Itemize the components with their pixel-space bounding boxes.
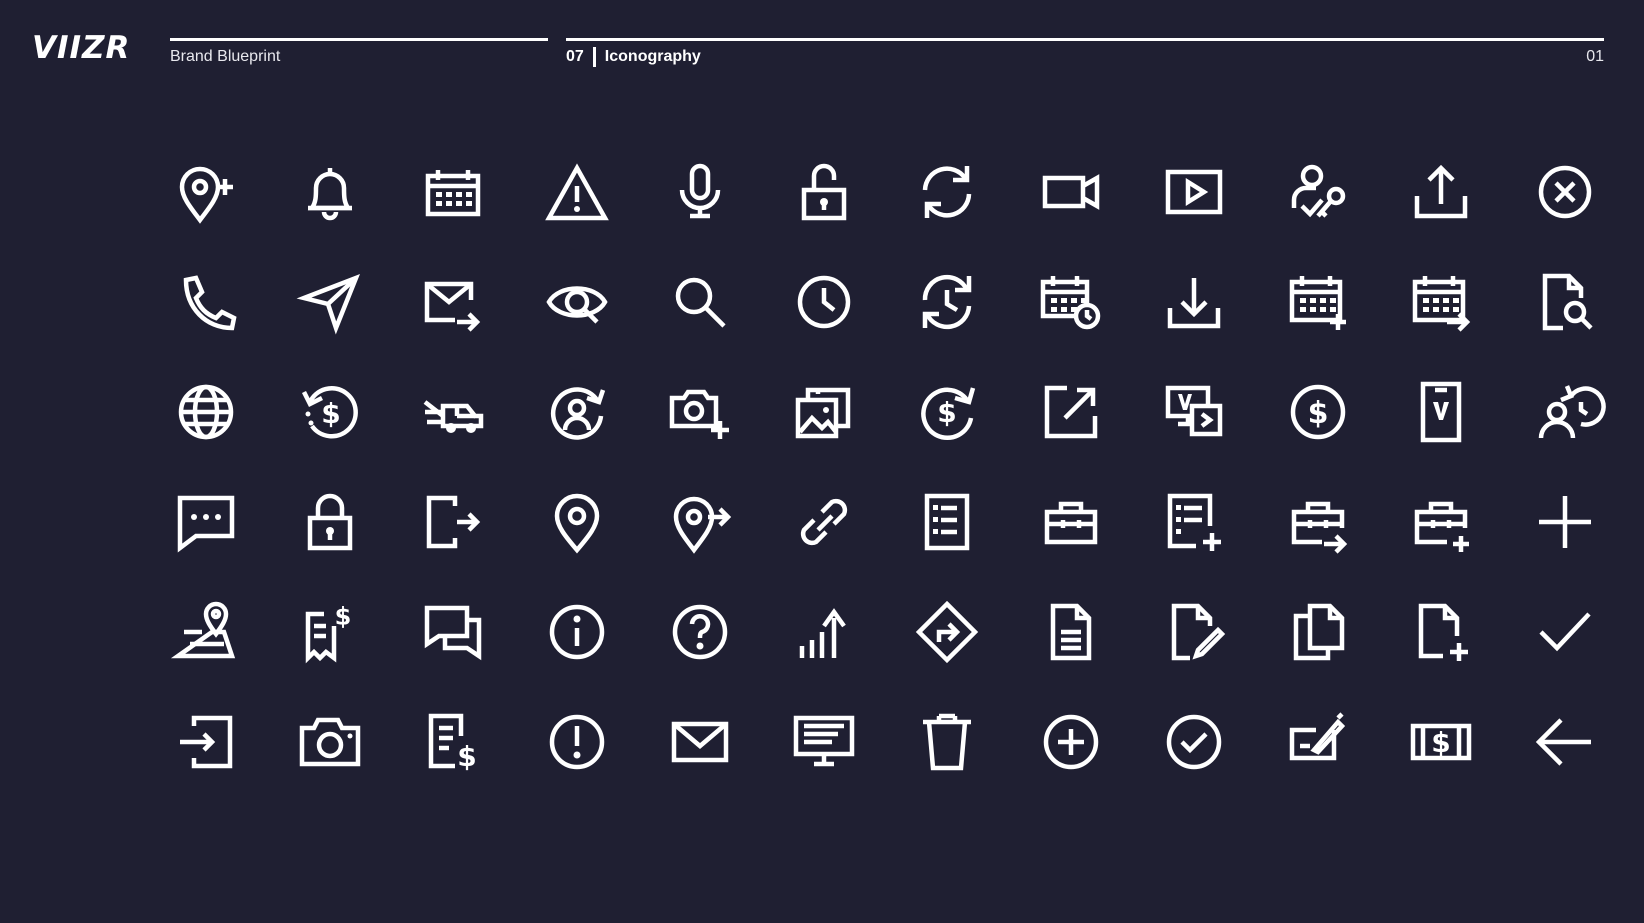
info-icon <box>545 600 609 664</box>
microphone-icon <box>668 160 732 224</box>
bell-icon <box>298 160 362 224</box>
towing-truck-icon <box>421 380 485 444</box>
header-rule-left <box>170 38 548 41</box>
check-circle-icon <box>1162 710 1226 774</box>
send-icon <box>296 270 362 335</box>
help-icon <box>668 600 732 664</box>
refresh-icon <box>915 160 979 224</box>
messages-icon <box>421 600 485 664</box>
globe-icon <box>174 380 238 444</box>
mobile-app-icon <box>1409 380 1473 444</box>
calendar-clock-icon <box>1039 270 1103 334</box>
gallery-icon <box>792 380 856 444</box>
location-share-icon <box>668 490 732 554</box>
svg-text:$: $ <box>937 396 956 429</box>
invoice-dollar-icon: $ <box>298 600 362 664</box>
header-rule-right <box>566 38 1604 41</box>
recurring-payment-icon: $ <box>915 380 979 444</box>
unlock-icon <box>792 160 856 224</box>
toolbox-icon <box>1039 490 1103 554</box>
presentation-icon <box>792 710 856 774</box>
external-link-icon <box>1039 380 1103 444</box>
list-add-icon <box>1162 490 1226 554</box>
document-add-icon <box>1409 600 1473 664</box>
brand-label: Brand Blueprint <box>170 48 281 65</box>
svg-text:$: $ <box>334 603 351 631</box>
envelope-icon <box>668 710 732 774</box>
list-document-icon <box>915 490 979 554</box>
check-icon <box>1533 600 1597 664</box>
camera-add-icon <box>668 380 732 444</box>
dollar-circle-icon: $ <box>1286 380 1350 444</box>
location-pin-icon <box>545 490 609 554</box>
section-divider <box>592 47 596 67</box>
icon-grid: $ $ $ $ $ $ <box>170 160 1606 774</box>
svg-text:$: $ <box>1431 726 1450 759</box>
header: VIIZR Brand Blueprint 07 Iconography 01 <box>0 0 1644 80</box>
plus-icon <box>1533 490 1597 554</box>
section-number: 07 <box>566 48 584 65</box>
close-circle-icon <box>1533 160 1597 224</box>
clock-icon <box>792 270 856 334</box>
screen-share-icon <box>1162 380 1226 444</box>
arrow-left-icon <box>1533 710 1597 774</box>
page-number: 01 <box>1586 48 1604 65</box>
login-icon <box>174 710 238 774</box>
trash-icon <box>915 710 979 774</box>
location-add-icon <box>174 160 238 224</box>
view-icon <box>545 270 609 334</box>
lock-icon <box>298 490 362 554</box>
map-icon <box>170 600 238 664</box>
calendar-forward-icon <box>1409 270 1473 334</box>
upload-icon <box>1409 160 1473 224</box>
section-title: Iconography <box>604 48 701 65</box>
link-icon <box>792 490 856 554</box>
document-icon <box>1039 600 1103 664</box>
stats-up-icon <box>792 600 856 664</box>
logout-icon <box>421 490 485 554</box>
search-icon <box>668 270 732 334</box>
warning-icon <box>544 160 609 224</box>
download-icon <box>1162 270 1226 334</box>
alert-circle-icon <box>545 710 609 774</box>
copy-icon <box>1286 600 1350 664</box>
mail-forward-icon <box>421 270 485 334</box>
video-camera-icon <box>1039 160 1103 224</box>
document-edit-icon <box>1162 600 1226 664</box>
user-history-icon <box>1533 380 1606 444</box>
chat-icon <box>174 490 238 554</box>
user-key-icon <box>1286 160 1350 224</box>
play-video-icon <box>1162 160 1226 224</box>
refund-icon: $ <box>298 380 362 444</box>
svg-text:$: $ <box>457 740 476 773</box>
calendar-add-icon <box>1286 270 1350 334</box>
document-search-icon <box>1533 270 1597 334</box>
user-sync-icon <box>545 380 609 444</box>
svg-text:$: $ <box>1307 396 1328 431</box>
camera-icon <box>298 710 362 774</box>
signature-icon <box>1286 710 1350 774</box>
history-icon <box>915 270 979 334</box>
plus-circle-icon <box>1039 710 1103 774</box>
directions-icon <box>915 600 979 664</box>
svg-text:$: $ <box>321 397 340 430</box>
billing-icon: $ <box>421 710 485 774</box>
phone-icon <box>174 270 238 334</box>
section-heading: 07 Iconography <box>566 47 701 67</box>
calendar-icon <box>421 160 485 224</box>
toolbox-forward-icon <box>1286 490 1350 554</box>
cash-icon: $ <box>1409 710 1473 774</box>
toolbox-add-icon <box>1409 490 1473 554</box>
logo: VIIZR <box>32 30 131 66</box>
